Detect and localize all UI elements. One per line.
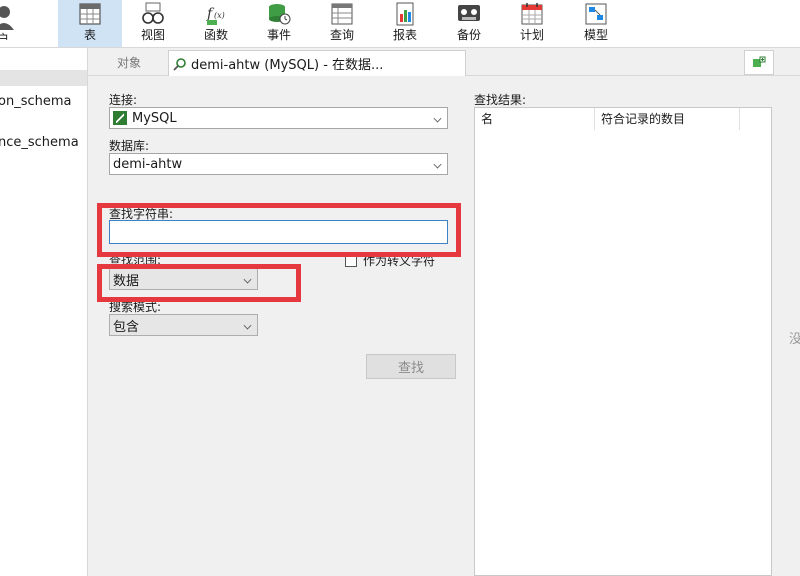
connection-select[interactable]: MySQL [109, 107, 448, 129]
toolbar-query-button[interactable]: 查询 [310, 0, 374, 47]
toolbar-model-label: 模型 [583, 28, 608, 42]
toolbar-event-button[interactable]: 事件 [247, 0, 311, 47]
toolbar-backup-label: 备份 [456, 28, 481, 42]
chevron-down-icon [433, 114, 442, 123]
nav-item-schema-1[interactable]: on_schema [0, 94, 71, 109]
results-column-count[interactable]: 符合记录的数目 [595, 108, 740, 130]
chevron-down-icon [243, 321, 252, 330]
side-hint-text: 没 [789, 332, 800, 347]
annotation-highlight-scope [97, 264, 301, 302]
annotation-highlight-find-string [97, 203, 461, 257]
toolbar-backup-button[interactable]: 备份 [437, 0, 501, 47]
results-table[interactable]: 名 符合记录的数目 [474, 107, 772, 576]
find-button[interactable]: 查找 [366, 354, 456, 379]
user-label: 户 [0, 32, 10, 46]
results-column-name[interactable]: 名 [475, 108, 595, 130]
toolbar-model-button[interactable]: 模型 [564, 0, 628, 47]
toolbar-view-button[interactable]: 视图 [121, 0, 185, 47]
tab-find-label: demi-ahtw (MySQL) - 在数据... [191, 58, 384, 73]
new-tab-button[interactable] [744, 50, 774, 75]
database-value: demi-ahtw [113, 156, 183, 172]
table-icon [79, 3, 101, 25]
toolbar-query-label: 查询 [329, 28, 354, 42]
toolbar-function-label: 函数 [203, 28, 228, 42]
function-icon: f (x) [206, 6, 225, 25]
schedule-calendar-icon [521, 3, 543, 25]
main-toolbar: 户 表 视图 f (x) 函数 事件 查询 报表 备份 计划 模型 [0, 0, 800, 48]
toolbar-view-label: 视图 [140, 28, 165, 42]
find-search-icon [173, 57, 186, 71]
tab-bar: 对象 demi-ahtw (MySQL) - 在数据... [88, 48, 800, 76]
event-clock-icon [269, 4, 291, 25]
toolbar-report-button[interactable]: 报表 [373, 0, 437, 47]
search-mode-value: 包含 [113, 319, 140, 335]
add-tab-icon [753, 56, 766, 67]
user-icon [0, 6, 14, 30]
toolbar-schedule-label: 计划 [519, 28, 544, 42]
tab-find-in-database[interactable]: demi-ahtw (MySQL) - 在数据... [168, 50, 466, 76]
tab-objects[interactable]: 对象 [90, 50, 168, 75]
toolbar-schedule-button[interactable]: 计划 [500, 0, 564, 47]
toolbar-function-button[interactable]: f (x) 函数 [184, 0, 248, 47]
query-icon [331, 3, 353, 25]
user-button[interactable]: 户 [0, 0, 40, 47]
toolbar-table-button[interactable]: 表 [58, 0, 122, 47]
database-select[interactable]: demi-ahtw [109, 153, 448, 175]
connection-label: 连接: [109, 93, 138, 107]
results-label: 查找结果: [474, 93, 527, 107]
connection-value: MySQL [132, 110, 177, 126]
chevron-down-icon [433, 160, 442, 169]
search-mode-select[interactable]: 包含 [109, 314, 258, 336]
nav-header [0, 70, 87, 86]
nav-item-schema-2[interactable]: nce_schema [0, 135, 79, 150]
view-glasses-icon [142, 2, 164, 24]
connection-tree: on_schema nce_schema [0, 48, 88, 576]
toolbar-table-label: 表 [83, 28, 96, 42]
toolbar-event-label: 事件 [266, 28, 291, 42]
database-label: 数据库: [109, 139, 150, 153]
report-icon [396, 2, 414, 26]
model-icon [585, 3, 607, 25]
svg-text:(x): (x) [214, 11, 225, 20]
mysql-logo-icon [113, 111, 127, 125]
backup-icon [458, 5, 480, 21]
toolbar-report-label: 报表 [392, 28, 417, 42]
